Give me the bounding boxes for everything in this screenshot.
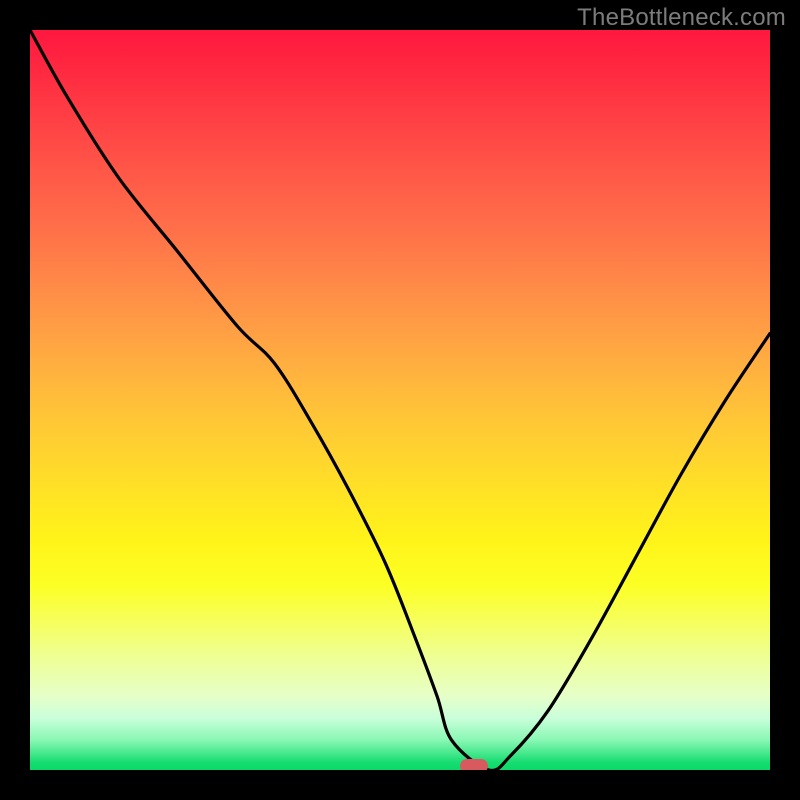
chart-frame: TheBottleneck.com [0,0,800,800]
optimal-point-marker [460,759,488,770]
watermark-text: TheBottleneck.com [577,4,786,32]
bottleneck-curve [30,30,770,770]
plot-area [30,30,770,770]
